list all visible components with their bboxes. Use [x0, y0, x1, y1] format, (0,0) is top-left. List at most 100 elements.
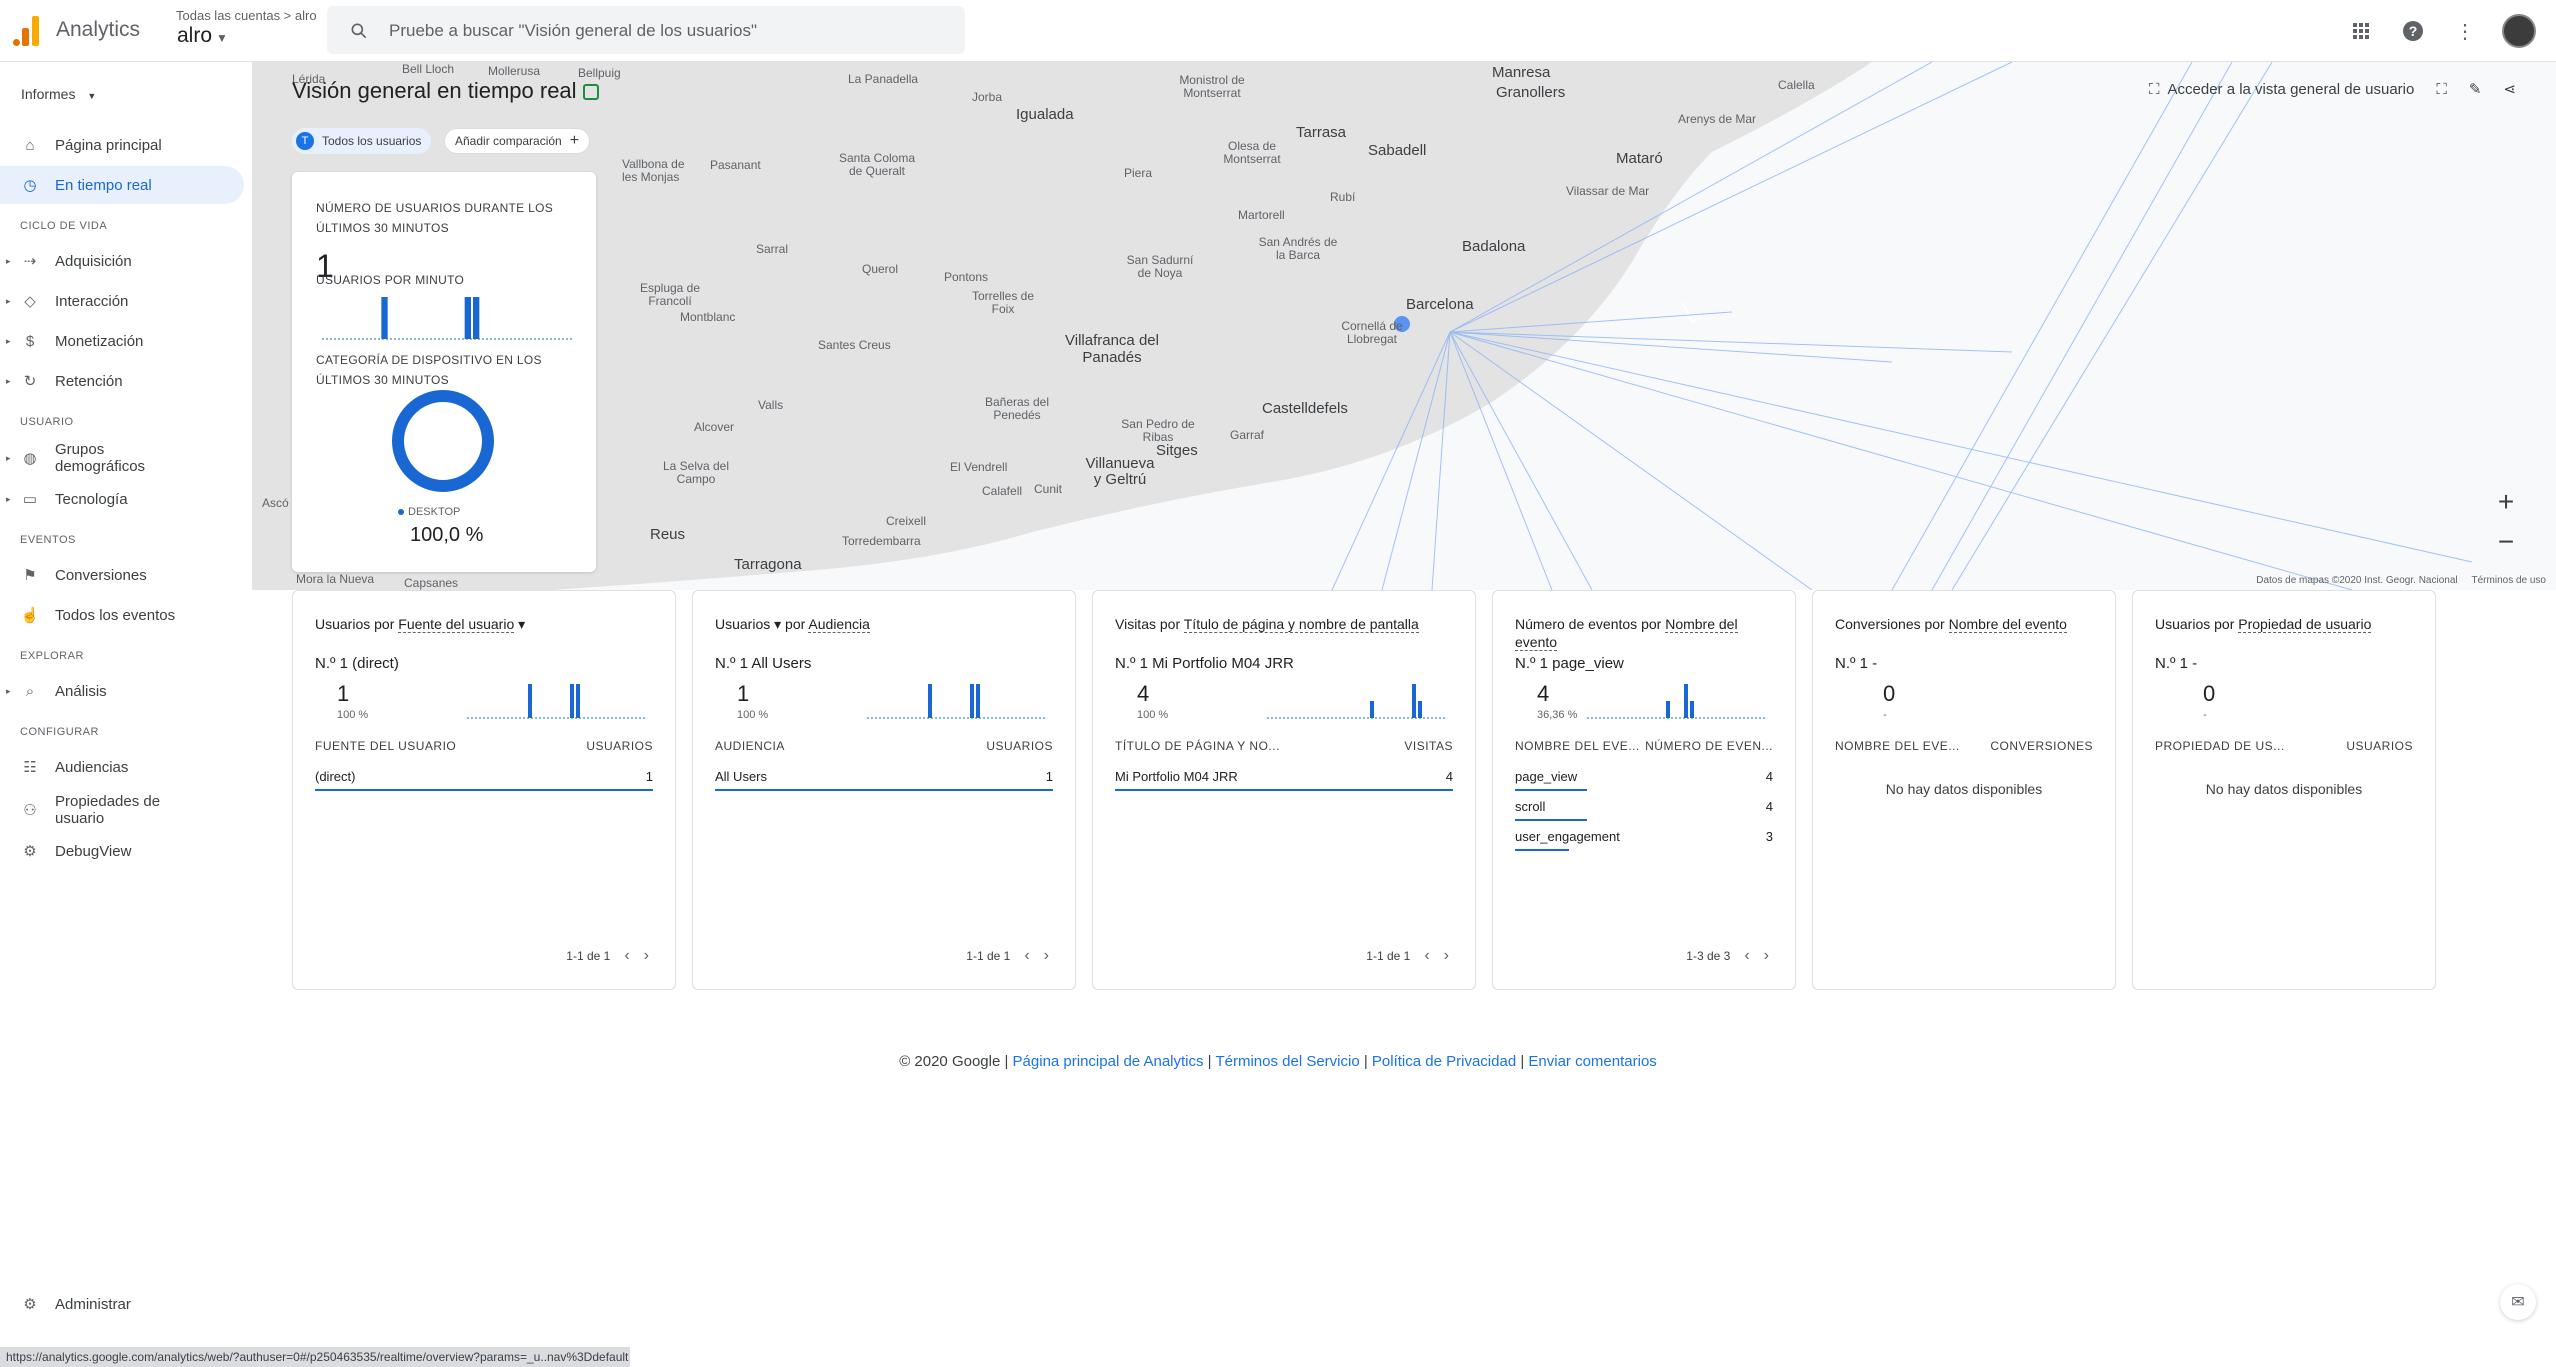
table-row[interactable]: (direct) 1: [315, 769, 653, 799]
help-icon[interactable]: ?: [2398, 16, 2428, 46]
all-users-chip[interactable]: T Todos los usuarios: [292, 128, 432, 154]
pager: 1-1 de 1 ‹ ›: [1366, 947, 1449, 965]
chevron-left-icon[interactable]: ‹: [1024, 947, 1029, 965]
card-title[interactable]: Visitas por Título de página y nombre de…: [1115, 615, 1455, 633]
card-title-dimension[interactable]: Propiedad de usuario: [2238, 616, 2372, 633]
sidebar-item-conversions[interactable]: ⚑ Conversiones: [0, 556, 244, 594]
sidebar-item-analysis[interactable]: ▸ ⌕ Análisis: [0, 672, 244, 710]
chevron-right-icon[interactable]: ›: [1764, 947, 1769, 965]
card-title-dimension[interactable]: Audiencia: [808, 616, 870, 633]
sidebar-item-home[interactable]: ⌂ Página principal: [0, 126, 244, 164]
footer-link-terms[interactable]: Términos del Servicio: [1215, 1053, 1359, 1070]
account-selector[interactable]: alro ▼: [177, 24, 228, 48]
card-title[interactable]: Usuarios por Fuente del usuario ▾: [315, 615, 655, 633]
check-icon[interactable]: [582, 84, 599, 101]
card-title-dimension[interactable]: Título de página y nombre de pantalla: [1183, 616, 1419, 633]
terms-link[interactable]: Términos de uso: [2472, 575, 2546, 586]
map-place: Ascó: [262, 496, 289, 510]
sidebar-item-engagement[interactable]: ▸ ◇ Interacción: [0, 282, 244, 320]
user-snapshot-button[interactable]: ⛶ Acceder a la vista general de usuario: [2149, 81, 2414, 98]
search-bar[interactable]: Pruebe a buscar "Visión general de los u…: [327, 6, 965, 54]
zoom-in-button[interactable]: +: [2486, 482, 2526, 522]
chevron-left-icon[interactable]: ‹: [1424, 947, 1429, 965]
apps-grid-icon[interactable]: [2346, 16, 2376, 46]
table-row[interactable]: Mi Portfolio M04 JRR 4: [1115, 769, 1453, 799]
pager-label: 1-1 de 1: [966, 949, 1011, 963]
column-header[interactable]: NOMBRE DEL EVE...: [1515, 739, 1640, 753]
chevron-right-icon[interactable]: ›: [644, 947, 649, 965]
sidebar-item-technology[interactable]: ▸ ▭ Tecnología: [0, 480, 244, 518]
sidebar-item-realtime[interactable]: ◷ En tiempo real: [0, 166, 244, 204]
table-row[interactable]: user_engagement 3: [1515, 829, 1773, 859]
separator: |: [1203, 1053, 1216, 1070]
pager: 1-1 de 1 ‹ ›: [566, 947, 649, 965]
chevron-left-icon[interactable]: ‹: [624, 947, 629, 965]
card-percent: 36,36 %: [1537, 709, 1578, 721]
analytics-logo-icon[interactable]: [10, 14, 40, 46]
card-title[interactable]: Número de eventos por Nombre del evento: [1515, 615, 1775, 651]
table-header: FUENTE DEL USUARIO USUARIOS: [315, 739, 653, 753]
zoom-out-button[interactable]: −: [2486, 522, 2526, 562]
sidebar-item-debugview[interactable]: ⚙ DebugView: [0, 832, 244, 870]
column-header[interactable]: USUARIOS: [586, 739, 653, 753]
sidebar-item-label: Todos los eventos: [55, 606, 176, 624]
column-header[interactable]: VISITAS: [1404, 739, 1453, 753]
row-label: Mi Portfolio M04 JRR: [1115, 769, 1238, 784]
copyright: © 2020 Google |: [899, 1053, 1013, 1070]
fullscreen-icon[interactable]: ⛶: [2436, 81, 2447, 98]
sidebar-item-demographics[interactable]: ▸ ◍ Grupos demográficos: [0, 436, 244, 480]
sidebar-item-monetization[interactable]: ▸ $ Monetización: [0, 322, 244, 360]
admin-link[interactable]: ⚙ Administrar: [0, 1285, 244, 1323]
sidebar-item-audiences[interactable]: ☷ Audiencias: [0, 748, 244, 786]
map-place: Espluga de Francolí: [639, 281, 701, 308]
column-header[interactable]: USUARIOS: [2346, 739, 2413, 753]
chevron-right-icon[interactable]: ›: [1444, 947, 1449, 965]
more-vert-icon[interactable]: ⋮: [2450, 16, 2480, 46]
table-row[interactable]: scroll 4: [1515, 799, 1773, 829]
share-icon[interactable]: ⋖: [2503, 80, 2516, 98]
footer-link-privacy[interactable]: Política de Privacidad: [1372, 1053, 1516, 1070]
sidebar-item-retention[interactable]: ▸ ↻ Retención: [0, 362, 244, 400]
column-header[interactable]: USUARIOS: [986, 739, 1053, 753]
feedback-icon[interactable]: ✉: [2500, 1284, 2536, 1320]
map-place: Cunit: [1034, 482, 1063, 496]
search-placeholder: Pruebe a buscar "Visión general de los u…: [389, 21, 758, 40]
card-title[interactable]: Conversiones por Nombre del evento: [1835, 615, 2095, 633]
column-header[interactable]: PROPIEDAD DE US...: [2155, 739, 2285, 753]
avatar[interactable]: [2502, 14, 2536, 48]
reports-dropdown[interactable]: Informes ▼: [21, 86, 96, 102]
sidebar-item-label: En tiempo real: [55, 176, 152, 194]
sidebar-item-user-properties[interactable]: ⚇ Propiedades de usuario: [0, 788, 244, 832]
footer-link-home[interactable]: Página principal de Analytics: [1013, 1053, 1204, 1070]
separator: |: [1516, 1053, 1529, 1070]
card-rank: N.º 1 -: [2155, 655, 2198, 672]
card-title-dimension[interactable]: Nombre del evento: [1948, 616, 2067, 633]
chevron-down-icon: ▼: [216, 31, 228, 45]
table-row[interactable]: All Users 1: [715, 769, 1053, 799]
column-header[interactable]: CONVERSIONES: [1990, 739, 2093, 753]
add-comparison-button[interactable]: Añadir comparación +: [444, 128, 591, 154]
table-row[interactable]: page_view 4: [1515, 769, 1773, 799]
row-bar: [1115, 789, 1453, 791]
chevron-right-icon[interactable]: ›: [1044, 947, 1049, 965]
column-header[interactable]: AUDIENCIA: [715, 739, 785, 753]
column-header[interactable]: TÍTULO DE PÁGINA Y NO...: [1115, 739, 1280, 753]
edit-icon[interactable]: ✎: [2469, 80, 2482, 98]
card-title[interactable]: Usuarios ▾ por Audiencia: [715, 615, 1055, 633]
map-place: Sabadell: [1368, 142, 1427, 159]
column-header[interactable]: NOMBRE DEL EVE...: [1835, 739, 1960, 753]
card-title[interactable]: Usuarios por Propiedad de usuario: [2155, 615, 2415, 633]
chevron-left-icon[interactable]: ‹: [1744, 947, 1749, 965]
sidebar-item-acquisition[interactable]: ▸ ⇢ Adquisición: [0, 242, 244, 280]
account-breadcrumb[interactable]: Todas las cuentas > alro: [176, 8, 317, 23]
row-value: 4: [1765, 799, 1773, 814]
row-bar: [1515, 819, 1588, 821]
sidebar-item-all-events[interactable]: ☝ Todos los eventos: [0, 596, 244, 634]
column-header[interactable]: NÚMERO DE EVEN...: [1645, 739, 1773, 753]
card-value: 4: [1537, 681, 1550, 706]
card-title-dimension[interactable]: Fuente del usuario: [398, 616, 515, 633]
footer-link-feedback[interactable]: Enviar comentarios: [1528, 1053, 1656, 1070]
realtime-map[interactable]: Lérida Bell Lloch Mollerusa Bellpuig La …: [252, 62, 2556, 590]
column-header[interactable]: FUENTE DEL USUARIO: [315, 739, 456, 753]
no-data-message: No hay datos disponibles: [1885, 781, 2043, 797]
